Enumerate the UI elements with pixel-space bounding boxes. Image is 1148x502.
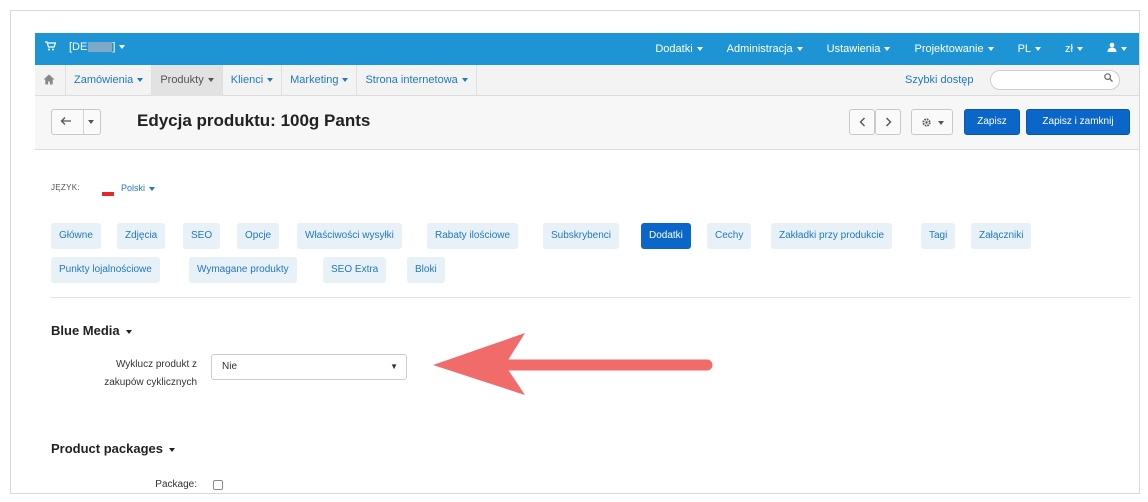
- back-button[interactable]: [51, 109, 101, 135]
- menu-currency[interactable]: zł: [1053, 33, 1095, 65]
- exclude-cyclic-label: Wyklucz produkt z zakupów cyklicznych: [104, 359, 197, 388]
- next-product-button[interactable]: [875, 109, 901, 135]
- menu-user[interactable]: [1095, 33, 1139, 65]
- secondary-navbar: Zamówienia Produkty Klienci Marketing St…: [35, 65, 1139, 96]
- tab-zdjecia[interactable]: Zdjęcia: [117, 223, 166, 249]
- chevron-right-icon: [885, 117, 892, 130]
- nav-strona-internetowa[interactable]: Strona internetowa: [356, 65, 477, 96]
- blue-media-section-title[interactable]: Blue Media: [51, 323, 132, 338]
- tab-bloki[interactable]: Bloki: [407, 257, 445, 283]
- screenshot-frame: [DE] Dodatki Administracja Ustawienia Pr…: [10, 10, 1140, 494]
- prev-product-button[interactable]: [849, 109, 875, 135]
- polish-flag-icon: [102, 188, 114, 196]
- tab-subskrybenci[interactable]: Subskrybenci: [543, 223, 620, 249]
- tab-opcje[interactable]: Opcje: [237, 223, 280, 249]
- top-navbar: [DE] Dodatki Administracja Ustawienia Pr…: [35, 33, 1139, 65]
- menu-ustawienia[interactable]: Ustawienia: [815, 33, 903, 65]
- nav-produkty[interactable]: Produkty: [151, 65, 222, 96]
- top-menu: Dodatki Administracja Ustawienia Projekt…: [643, 33, 1139, 65]
- quick-access-link[interactable]: Szybki dostęp: [905, 74, 973, 86]
- language-selector[interactable]: Polski: [121, 183, 156, 193]
- select-caret-icon: ▼: [390, 362, 398, 371]
- tabs-divider: [51, 297, 1131, 298]
- nav-zamowienia[interactable]: Zamówienia: [65, 65, 151, 96]
- chevron-left-icon: [859, 117, 866, 130]
- tab-zalaczniki[interactable]: Załączniki: [971, 223, 1032, 249]
- tab-dodatki[interactable]: Dodatki: [641, 223, 691, 249]
- redacted-store-name: [88, 42, 113, 53]
- cart-icon[interactable]: [45, 41, 57, 54]
- store-label: [DE: [69, 41, 88, 53]
- package-checkbox[interactable]: [213, 480, 223, 490]
- menu-dodatki[interactable]: Dodatki: [643, 33, 714, 65]
- language-label: JĘZYK:: [51, 183, 80, 192]
- page-toolbar: Edycja produktu: 100g Pants Zapisz Zapis…: [35, 96, 1139, 150]
- tab-zakladki-przy-produkcie[interactable]: Zakładki przy produkcie: [771, 223, 893, 249]
- settings-dropdown-button[interactable]: [911, 109, 953, 135]
- page-title: Edycja produktu: 100g Pants: [137, 111, 371, 130]
- store-selector[interactable]: [DE]: [69, 41, 126, 53]
- nav-klienci[interactable]: Klienci: [221, 65, 281, 96]
- tab-punkty-lojalnosciowe[interactable]: Punkty lojalnościowe: [51, 257, 160, 283]
- admin-window: [DE] Dodatki Administracja Ustawienia Pr…: [35, 33, 1139, 493]
- tab-wlasciwosci-wysylki[interactable]: Właściwości wysyłki: [297, 223, 402, 249]
- annotation-arrow: [433, 333, 713, 395]
- product-packages-section-title[interactable]: Product packages: [51, 441, 175, 456]
- tab-tagi[interactable]: Tagi: [921, 223, 956, 249]
- gear-icon: [921, 117, 932, 131]
- back-arrow-icon: [60, 116, 72, 129]
- save-button[interactable]: Zapisz: [964, 109, 1020, 135]
- menu-administracja[interactable]: Administracja: [715, 33, 815, 65]
- save-and-close-button[interactable]: Zapisz i zamknij: [1026, 109, 1130, 135]
- main-nav: Zamówienia Produkty Klienci Marketing St…: [65, 65, 477, 96]
- exclude-cyclic-select[interactable]: Nie ▼: [211, 354, 407, 380]
- tab-seo[interactable]: SEO: [183, 223, 221, 249]
- tab-wymagane-produkty[interactable]: Wymagane produkty: [189, 257, 297, 283]
- user-icon: [1107, 42, 1117, 55]
- menu-language[interactable]: PL: [1006, 33, 1053, 65]
- menu-projektowanie[interactable]: Projektowanie: [902, 33, 1005, 65]
- quick-search-input[interactable]: [990, 70, 1120, 90]
- home-icon[interactable]: [43, 74, 57, 88]
- tab-seo-extra[interactable]: SEO Extra: [323, 257, 387, 283]
- package-label: Package:: [155, 479, 197, 490]
- tab-rabaty-ilosciowe[interactable]: Rabaty ilościowe: [427, 223, 519, 249]
- nav-marketing[interactable]: Marketing: [281, 65, 356, 96]
- tab-cechy[interactable]: Cechy: [707, 223, 752, 249]
- magnifier-icon: [1104, 73, 1113, 85]
- tab-glowne[interactable]: Główne: [51, 223, 101, 249]
